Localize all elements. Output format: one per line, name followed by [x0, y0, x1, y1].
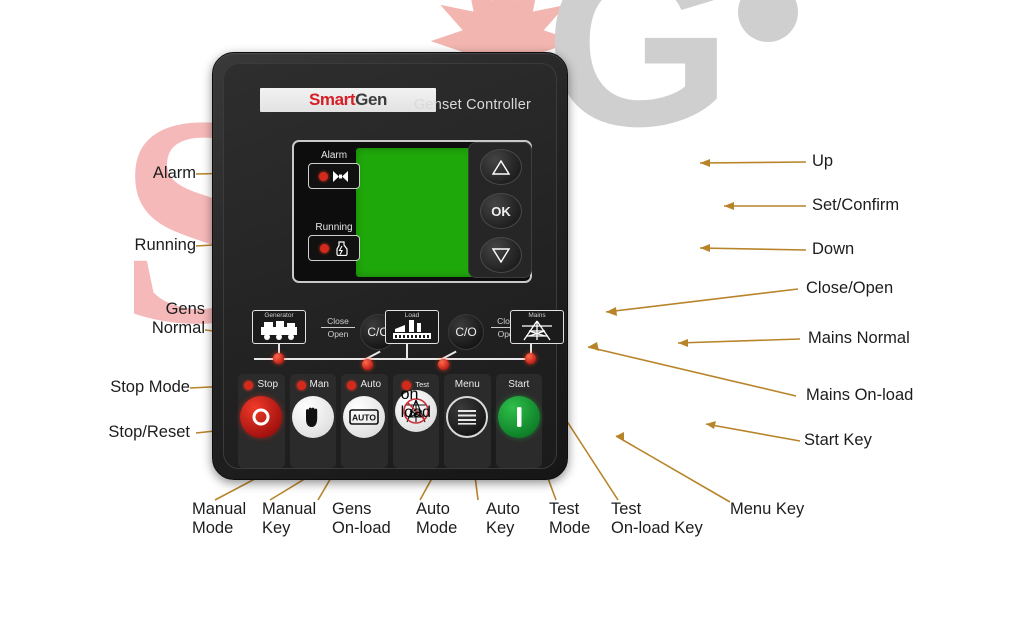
- co-right-label: C/O: [455, 325, 477, 339]
- open-label-left: Open: [327, 329, 349, 339]
- annotation-gens-on-load: Gens On-load: [332, 500, 391, 537]
- stop-label: Stop: [257, 379, 279, 390]
- generator-icon: [261, 321, 297, 340]
- auto-label: Auto: [360, 379, 382, 390]
- alarm-led: [319, 171, 328, 181]
- illustration-canvas: S ✹ G: [0, 0, 1024, 620]
- man-label: Man: [309, 379, 329, 390]
- mains-normal-led: [525, 353, 536, 364]
- svg-text:AUTO: AUTO: [352, 413, 376, 423]
- start-button-cell[interactable]: Start: [495, 374, 543, 468]
- busbar-line: [254, 358, 526, 360]
- ok-button[interactable]: OK: [480, 193, 522, 229]
- down-button[interactable]: [480, 237, 522, 273]
- annotation-gens-normal: Gens Normal: [151, 300, 205, 337]
- stop-head: Stop: [238, 374, 285, 396]
- start-label: Start: [508, 379, 530, 390]
- manual-mode-led: [296, 380, 306, 390]
- annotation-mains-on-load: Mains On-load: [806, 386, 914, 404]
- control-button-row: Stop Man Auto AUTO Test on load Menu Sta…: [238, 374, 542, 468]
- mains-close-open-button[interactable]: C/O: [448, 314, 484, 350]
- auto-plate-icon: AUTO: [349, 409, 380, 425]
- annotation-down: Down: [812, 240, 855, 258]
- menu-key-button[interactable]: [446, 396, 489, 438]
- watermark-dot: [738, 0, 798, 42]
- hand-icon: [305, 407, 317, 427]
- stop-reset-button[interactable]: [240, 396, 283, 438]
- annotation-auto-mode: Auto Mode: [416, 500, 458, 537]
- stop-ring-icon: [252, 408, 270, 426]
- man-button-cell[interactable]: Man: [289, 374, 337, 468]
- close-label-left: Close: [327, 316, 349, 326]
- indicator-alarm-label: Alarm: [320, 150, 348, 161]
- engine-running-icon: [335, 240, 348, 256]
- annotation-menu-key: Menu Key: [730, 500, 805, 518]
- mains-symbol: Mains: [510, 310, 564, 344]
- annotation-manual-mode: Manual Mode: [192, 500, 247, 537]
- auto-head: Auto: [341, 374, 388, 396]
- annotation-test-on-load-key: Test On-load Key: [611, 500, 703, 537]
- annotation-stop-mode: Stop Mode: [110, 378, 190, 396]
- close-open-left-label: Close Open: [318, 316, 358, 339]
- load-symbol: Load: [385, 310, 439, 344]
- logo-text-smart: Smart: [308, 90, 356, 109]
- hamburger-icon: [458, 410, 477, 425]
- ok-button-label: OK: [491, 203, 511, 219]
- menu-head: Menu: [444, 374, 491, 396]
- up-button[interactable]: [480, 149, 522, 185]
- bell-alarm-icon: [333, 170, 348, 182]
- mains-on-load-led: [438, 359, 449, 370]
- indicator-running-label: Running: [315, 222, 353, 233]
- running-led: [319, 243, 329, 253]
- man-head: Man: [290, 374, 337, 396]
- load-label: Load: [404, 312, 420, 319]
- indicator-running-cell: [308, 235, 360, 261]
- gens-on-load-led: [362, 359, 373, 370]
- indicator-running: Running: [304, 222, 364, 261]
- auto-mode-led: [347, 380, 357, 390]
- annotation-alarm: Alarm: [152, 164, 196, 182]
- gens-normal-led: [273, 353, 284, 364]
- annotation-stop-reset: Stop/Reset: [108, 423, 190, 441]
- start-head: Start: [496, 374, 543, 396]
- start-key-button[interactable]: [497, 396, 540, 438]
- annotation-close-open: Close/Open: [806, 279, 894, 297]
- stop-mode-led: [244, 380, 254, 390]
- annotation-running: Running: [134, 236, 196, 254]
- start-bar-icon: [516, 407, 522, 427]
- annotation-up: Up: [812, 152, 834, 170]
- navigation-key-column: OK: [468, 142, 532, 278]
- factory-icon: [393, 320, 431, 339]
- manual-key-button[interactable]: [291, 396, 334, 438]
- indicator-alarm-cell: [308, 163, 360, 189]
- annotation-manual-key: Manual Key: [262, 500, 317, 537]
- indicator-alarm: Alarm: [304, 150, 364, 189]
- annotation-test-mode: Test Mode: [549, 500, 591, 537]
- generator-symbol: Generator: [252, 310, 306, 344]
- genset-controller-device: Smart Gen Genset Controller Alarm Runnin…: [212, 52, 568, 480]
- device-title: Genset Controller: [413, 97, 531, 113]
- triangle-down-icon: [492, 247, 510, 263]
- watermark-letter-g: G: [545, 0, 732, 176]
- auto-key-button[interactable]: AUTO: [343, 396, 386, 438]
- menu-label: Menu: [454, 379, 480, 390]
- auto-button-cell[interactable]: Auto AUTO: [341, 374, 388, 468]
- annotation-start-key: Start Key: [804, 431, 872, 449]
- test-button-cell[interactable]: Test on load: [392, 374, 439, 468]
- smartgen-logo: Smart Gen: [260, 88, 436, 112]
- test-label2: on load: [400, 386, 431, 421]
- annotation-mains-normal: Mains Normal: [808, 329, 910, 347]
- menu-button-cell[interactable]: Menu: [444, 374, 491, 468]
- annotation-auto-key: Auto Key: [486, 500, 520, 537]
- logo-text-gen: Gen: [355, 90, 388, 109]
- stop-button-cell[interactable]: Stop: [238, 374, 285, 468]
- triangle-up-icon: [492, 159, 510, 175]
- annotation-set-confirm: Set/Confirm: [812, 196, 900, 214]
- generator-label: Generator: [264, 312, 294, 319]
- mains-label: Mains: [528, 312, 546, 319]
- pylon-icon: [522, 320, 552, 341]
- power-flow-diagram: Generator Close Open C/O Load C/O Close …: [240, 296, 564, 370]
- device-bezel: Smart Gen Genset Controller Alarm Runnin…: [223, 63, 564, 469]
